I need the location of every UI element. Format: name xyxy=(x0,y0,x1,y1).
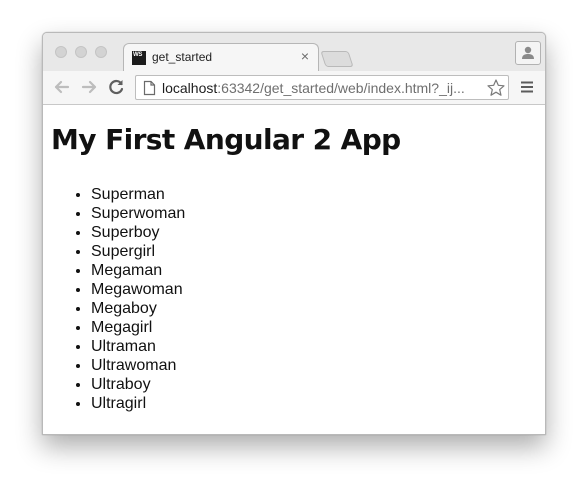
minimize-window-button[interactable] xyxy=(75,46,87,58)
url-host: localhost xyxy=(162,80,218,96)
list-item: Ultraboy xyxy=(91,375,185,394)
list-item: Supergirl xyxy=(91,242,185,261)
page-icon xyxy=(143,80,156,96)
zoom-window-button[interactable] xyxy=(95,46,107,58)
arrow-right-icon xyxy=(81,80,97,94)
browser-menu-button[interactable] xyxy=(519,79,535,95)
new-tab-button[interactable] xyxy=(320,51,354,67)
star-icon[interactable] xyxy=(486,78,506,98)
list-item: Megaboy xyxy=(91,299,185,318)
list-item: Superman xyxy=(91,185,185,204)
page-title: My First Angular 2 App xyxy=(51,123,401,156)
list-item: Ultrawoman xyxy=(91,356,185,375)
address-bar[interactable]: localhost:63342/get_started/web/index.ht… xyxy=(135,75,509,100)
browser-toolbar: localhost:63342/get_started/web/index.ht… xyxy=(43,71,545,105)
person-icon xyxy=(522,46,534,59)
page-content: My First Angular 2 App SupermanSuperwoma… xyxy=(43,105,545,434)
reload-icon xyxy=(109,79,124,95)
tab-close-icon[interactable]: × xyxy=(301,48,309,64)
tab-get-started[interactable]: WS get_started × xyxy=(123,43,319,71)
forward-button[interactable] xyxy=(78,76,100,98)
list-item: Megaman xyxy=(91,261,185,280)
url-text: localhost:63342/get_started/web/index.ht… xyxy=(162,80,465,96)
back-button[interactable] xyxy=(51,76,73,98)
url-path: :63342/get_started/web/index.html?_ij... xyxy=(217,80,465,96)
webstorm-favicon-icon: WS xyxy=(132,51,146,65)
close-window-button[interactable] xyxy=(55,46,67,58)
hamburger-menu-icon xyxy=(521,81,533,93)
arrow-left-icon xyxy=(54,80,70,94)
list-item: Superboy xyxy=(91,223,185,242)
list-item: Ultraman xyxy=(91,337,185,356)
list-item: Ultragirl xyxy=(91,394,185,413)
hero-list: SupermanSuperwomanSuperboySupergirlMegam… xyxy=(51,185,185,413)
browser-window: WS get_started × localhost:63342/get_sta… xyxy=(42,32,546,435)
list-item: Superwoman xyxy=(91,204,185,223)
list-item: Megagirl xyxy=(91,318,185,337)
profile-button[interactable] xyxy=(515,41,541,65)
tab-strip: WS get_started × xyxy=(43,33,545,71)
tab-title: get_started xyxy=(152,50,213,64)
reload-button[interactable] xyxy=(105,76,127,98)
list-item: Megawoman xyxy=(91,280,185,299)
